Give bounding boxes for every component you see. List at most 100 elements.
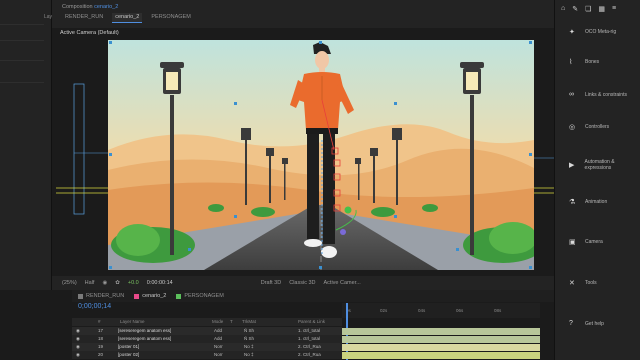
timeline-layer-row[interactable]: 20 [poster 02] Norr No ‡ 2. Ctrl_Rua ◉ [72,351,342,359]
tools-item[interactable]: ✕ Tools [569,279,597,287]
layer-mode: Add [214,328,223,333]
composition-panel-header: Composition cenario_2 RENDER_RUN cenario… [52,0,554,28]
park-scene-illustration [108,40,534,270]
layer-bar[interactable] [342,336,540,343]
tab-color-swatch [176,293,182,299]
tab-personagem[interactable]: PERSONAGEM [148,13,193,23]
item-label: Automation & expressions [584,159,615,171]
rig-icon: ✦ [569,29,575,36]
renderer-label[interactable]: Draft 3D [261,280,281,286]
panel-top-icons: ⌂ ✎ ❏ ▦ ≡ [561,5,616,13]
column-trkmat: TrkMat [242,319,256,324]
layer-mode: Norr [214,344,223,349]
item-label: OCO Meta-rig [585,29,617,35]
composition-title-name[interactable]: cenario_2 [94,4,118,10]
timeline-current-time[interactable]: 0;00;00;14 [78,303,111,310]
item-label: Links & constraints [585,91,627,98]
bones-item[interactable]: ⌇ Bones [569,58,599,66]
layer-trkmat: No ‡ [244,352,254,357]
layer-name[interactable]: [sereseregem anatom ess] [118,336,171,341]
ruler-label: 06s [456,308,464,313]
layers-icon[interactable]: ❏ [585,5,591,13]
item-label: Controllers [585,124,610,130]
ruler-label: 04s [418,308,426,313]
controllers-item[interactable]: ◎ Controllers [569,123,609,131]
layer-bar[interactable] [342,344,540,351]
layer-parent: 2. Ctrl_Rua [298,344,321,349]
divider [0,60,44,61]
home-icon[interactable]: ⌂ [561,5,565,13]
viewer-timecode[interactable]: 0:00:00:14 [147,280,173,286]
timeline-tab-render-run[interactable]: RENDER_RUN [78,293,124,299]
layer-parent: 1. ctrl_total [298,336,321,341]
item-label: Bones [585,59,600,65]
timeline-tab-personagem[interactable]: PERSONAGEM [176,293,224,299]
timeline-layer-row[interactable]: 19 [poster 01] Norr No ‡ 2. Ctrl_Rua ◉ [72,343,342,351]
tab-color-swatch [134,293,140,299]
layer-mode: Add [214,336,223,341]
camera-dropdown[interactable]: Active Camer... [324,280,361,286]
duik-panel: ⌂ ✎ ❏ ▦ ≡ ✦ OCO Meta-rig ⌇ Bones ∞ Links & … [554,0,640,360]
layer-bar[interactable] [342,328,540,335]
item-label: Get help [585,320,604,327]
divider [0,24,44,25]
tools-icon: ✕ [569,280,575,287]
color-icon[interactable]: ✿ [115,280,120,286]
camera-item[interactable]: ▣ Camera [569,238,603,246]
ruler-label: 02s [380,308,388,313]
layer-mode: Norr [214,352,223,357]
renderer-mode-dropdown[interactable]: Classic 3D [289,280,315,286]
camera-icon: ▣ [569,239,576,246]
time-ruler[interactable]: 0s 02s 04s 06s 08s [342,303,540,318]
bone-icon: ⌇ [569,59,573,66]
animation-item[interactable]: ⚗ Animation [569,198,607,206]
timeline-tabs: RENDER_RUN cenario_2 PERSONAGEM [72,290,554,302]
tab-label: PERSONAGEM [184,293,224,299]
zoom-dropdown[interactable]: (25%) [62,280,77,286]
layer-columns-header: # Layer Name Mode T TrkMat Parent & Link [72,318,342,326]
timeline-tab-cenario-2[interactable]: cenario_2 [134,293,166,299]
automation-item[interactable]: ▶ Automation & expressions [569,159,640,171]
timeline-layer-row[interactable]: 18 [sereseregem anatom ess] Add Ñ Sh 1. ctrl… [72,335,342,343]
composition-title-prefix: Composition [62,4,93,10]
menu-icon[interactable]: ≡ [612,5,616,13]
item-label: Tools [585,280,597,286]
help-icon: ? [569,320,573,327]
divider [0,82,44,83]
exposure-value[interactable]: +0.0 [128,280,139,286]
layer-trkmat: Ñ Sh [244,328,255,333]
layer-number: 18 [98,336,104,341]
tab-cenario-2[interactable]: cenario_2 [112,13,143,23]
pen-icon[interactable]: ✎ [572,5,578,13]
layer-number: 17 [98,328,104,333]
link-icon: ∞ [569,91,574,98]
layer-name[interactable]: [poster 02] [118,352,139,357]
layer-name[interactable]: [sereseregem anatom ess] [118,328,171,333]
tab-color-swatch [78,293,83,299]
visibility-eye-icon[interactable]: ◉ [76,352,80,358]
timeline-layer-row[interactable]: 17 [sereseregem anatom ess] Add Ñ Sh 1. ctrl… [72,327,342,335]
column-t: T [230,319,233,324]
tab-render-run[interactable]: RENDER_RUN [62,13,106,23]
layer-trkmat: No ‡ [244,344,254,349]
visibility-eye-icon[interactable]: ◉ [76,328,80,334]
project-panel-label: Lay [44,14,53,20]
resolution-dropdown[interactable]: Half [85,280,95,286]
layer-bar[interactable] [342,352,540,359]
get-help-item[interactable]: ? Get help [569,320,604,327]
scene-artwork[interactable] [108,40,534,270]
visibility-eye-icon[interactable]: ◉ [76,344,80,350]
column-layer-name: Layer Name [120,319,145,324]
layer-number: 20 [98,352,104,357]
links-constraints-item[interactable]: ∞ Links & constraints [569,91,627,98]
composition-tabs: RENDER_RUN cenario_2 PERSONAGEM [62,13,194,23]
meta-rig-item[interactable]: ✦ OCO Meta-rig [569,28,616,36]
visibility-eye-icon[interactable]: ◉ [76,336,80,342]
play-icon: ▶ [569,162,575,169]
layer-trkmat: Ñ Sh [244,336,255,341]
animation-icon: ⚗ [569,199,576,206]
layer-name[interactable]: [poster 01] [118,344,139,349]
grid-icon[interactable]: ▦ [598,5,605,13]
camera-icon[interactable]: ◉ [102,280,107,286]
divider [0,40,44,41]
